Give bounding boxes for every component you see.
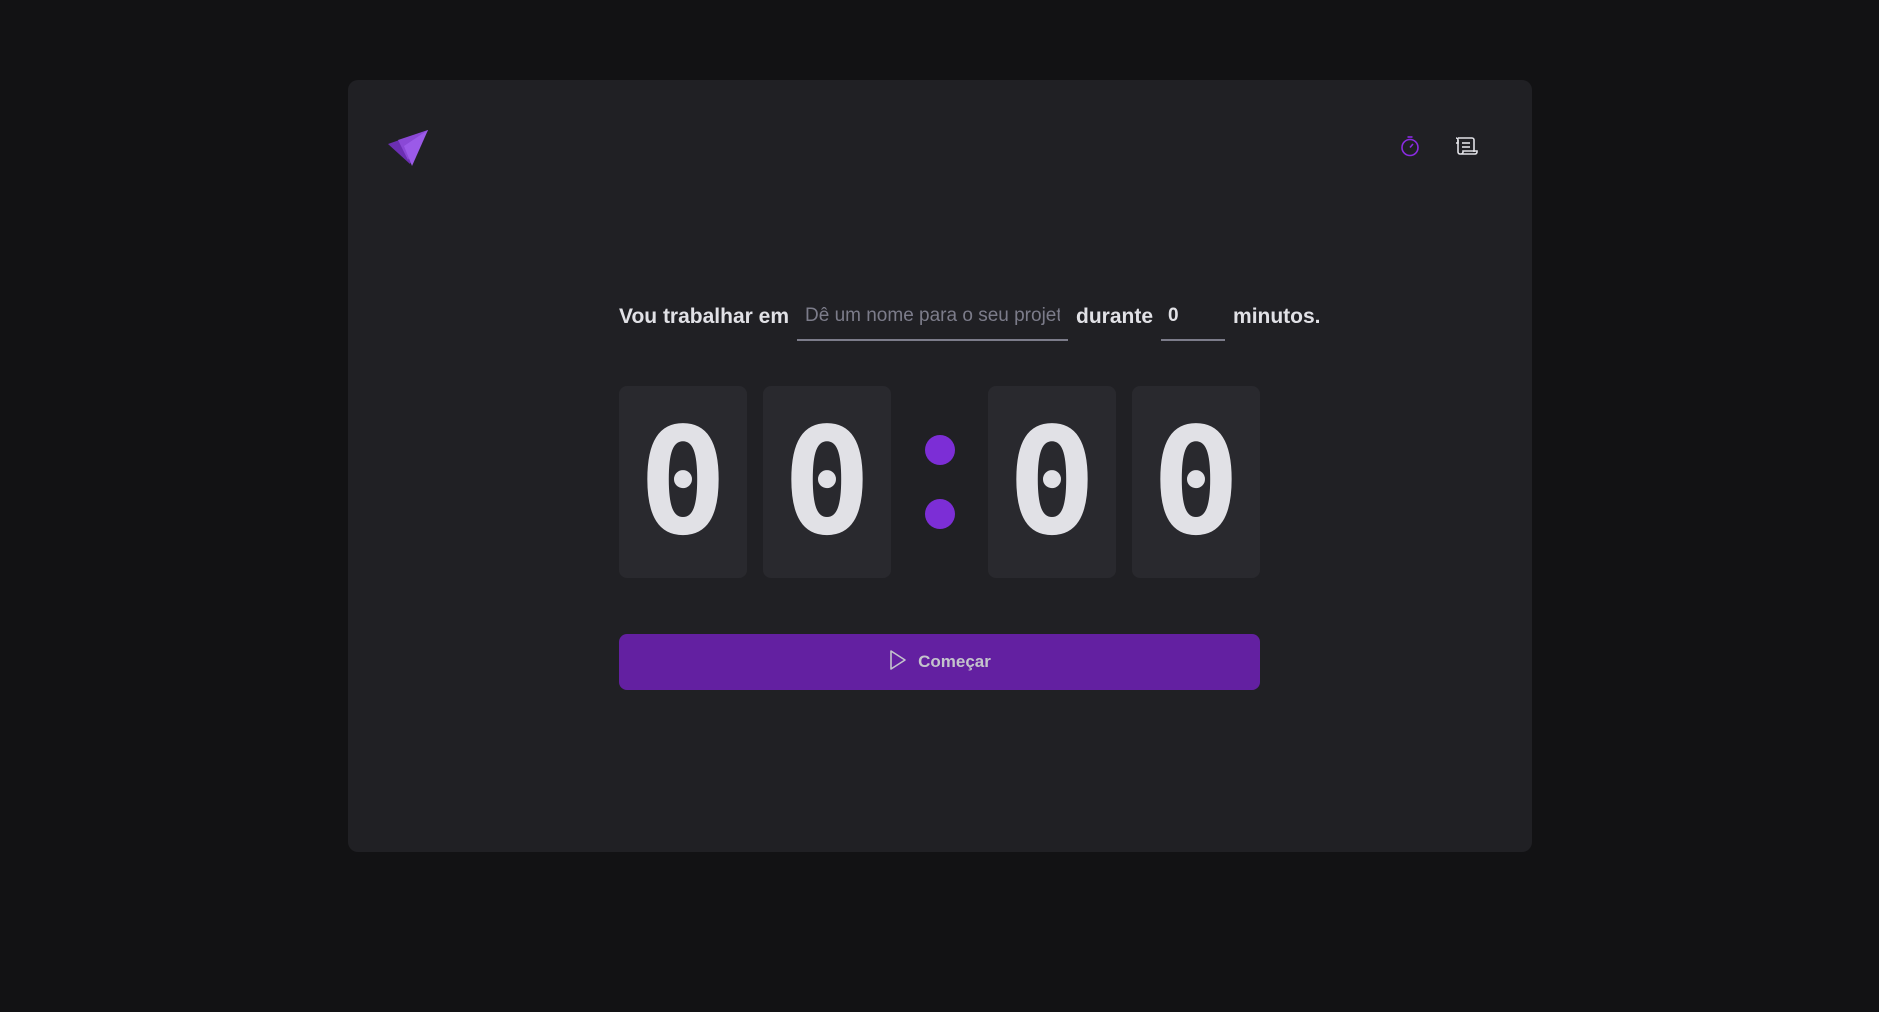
triangle-logo-icon bbox=[386, 124, 434, 168]
during-label: durante bbox=[1076, 305, 1154, 328]
separator-dot-bottom bbox=[924, 499, 955, 529]
header-nav bbox=[1392, 130, 1484, 166]
timer-icon bbox=[1398, 134, 1422, 163]
start-button[interactable]: Começar bbox=[619, 634, 1260, 690]
task-input[interactable] bbox=[797, 293, 1068, 341]
minutes-suffix: minutos. bbox=[1233, 305, 1321, 328]
seconds-tens-digit: 0 bbox=[988, 386, 1116, 578]
countdown-display: 0 0 0 0 bbox=[619, 386, 1260, 578]
app-card: Vou trabalhar em durante minutos. 0 0 0 … bbox=[348, 80, 1532, 852]
start-button-label: Começar bbox=[918, 652, 991, 671]
minutes-input[interactable] bbox=[1161, 293, 1226, 341]
seconds-ones-digit: 0 bbox=[1132, 386, 1260, 578]
task-label: Vou trabalhar em bbox=[619, 305, 789, 328]
nav-timer-link[interactable] bbox=[1392, 130, 1428, 166]
countdown-separator bbox=[891, 386, 988, 578]
scroll-icon bbox=[1453, 134, 1479, 163]
separator-dot-top bbox=[924, 435, 955, 465]
task-form: Vou trabalhar em durante minutos. bbox=[619, 292, 1321, 342]
nav-history-link[interactable] bbox=[1448, 130, 1484, 166]
minutes-tens-digit: 0 bbox=[619, 386, 747, 578]
play-icon bbox=[888, 649, 908, 676]
minutes-ones-digit: 0 bbox=[763, 386, 891, 578]
